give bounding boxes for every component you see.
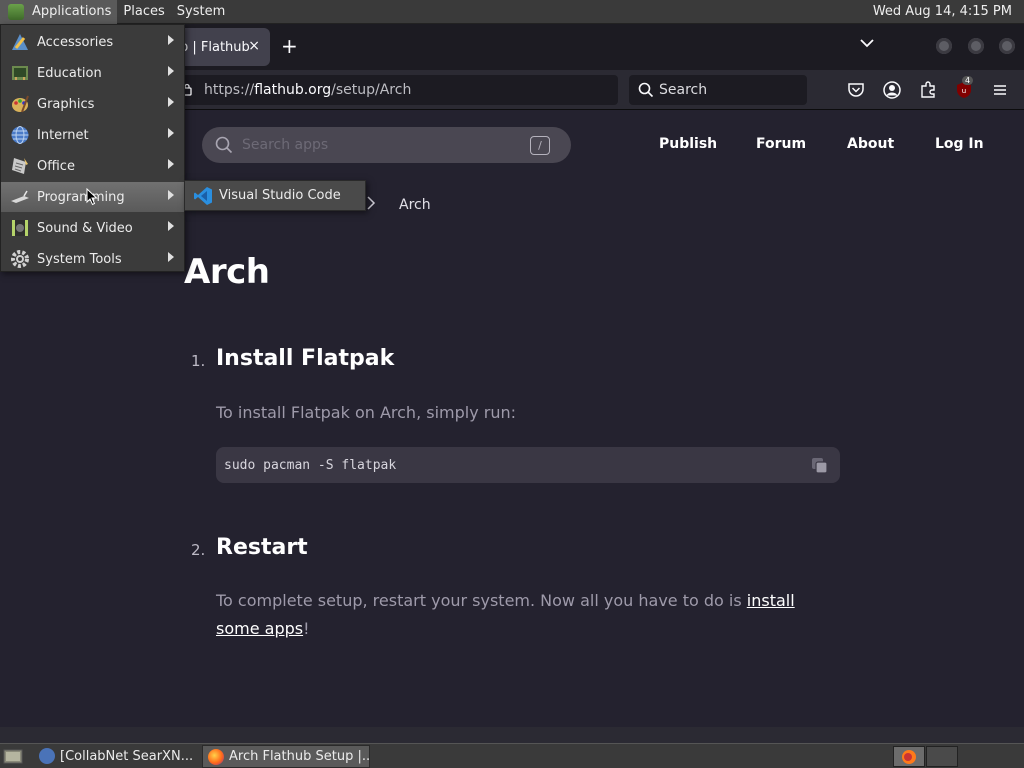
url-bar[interactable]: https://flathub.org/setup/Arch ☆ bbox=[150, 75, 758, 105]
new-tab-button[interactable]: + bbox=[281, 36, 298, 56]
submenu-arrow-icon bbox=[168, 35, 174, 45]
url-scheme: https:// bbox=[204, 82, 255, 98]
graphics-icon bbox=[12, 95, 29, 113]
pocket-icon[interactable] bbox=[846, 80, 866, 100]
step-number: 1. bbox=[191, 352, 206, 370]
firefox-icon bbox=[208, 749, 224, 765]
nav-publish[interactable]: Publish bbox=[659, 136, 717, 152]
sound-video-icon bbox=[12, 220, 28, 236]
system-tools-gear-icon bbox=[11, 250, 29, 268]
step-text: To install Flatpak on Arch, simply run: bbox=[216, 403, 517, 422]
bottom-taskbar: [CollabNet SearXN... Arch Flathub Setup … bbox=[0, 743, 1024, 768]
code-command: sudo pacman -S flatpak bbox=[224, 457, 397, 473]
browser-search-bar[interactable]: Search bbox=[629, 75, 807, 105]
menu-item-education[interactable]: Education bbox=[1, 58, 184, 88]
account-icon[interactable] bbox=[882, 80, 902, 100]
page-title: Arch bbox=[184, 252, 270, 292]
step-heading: Install Flatpak bbox=[216, 346, 395, 371]
step-text: To complete setup, restart your system. … bbox=[216, 587, 836, 643]
taskbar-window-title: [CollabNet SearXN... bbox=[60, 749, 194, 764]
browser-icon bbox=[39, 748, 55, 764]
mouse-cursor-icon bbox=[86, 188, 98, 206]
menu-item-internet[interactable]: Internet bbox=[1, 120, 184, 150]
menu-item-label: Education bbox=[37, 65, 102, 81]
breadcrumb-chevron-icon bbox=[366, 196, 376, 214]
url-path: /setup/Arch bbox=[331, 82, 412, 98]
menu-item-graphics[interactable]: Graphics bbox=[1, 89, 184, 119]
programming-icon bbox=[11, 190, 29, 203]
education-icon bbox=[12, 66, 28, 80]
breadcrumb-current: Arch bbox=[399, 197, 431, 213]
search-icon bbox=[215, 136, 233, 154]
close-window-button[interactable] bbox=[999, 38, 1015, 54]
show-desktop-icon[interactable] bbox=[3, 747, 23, 765]
menu-item-label: Programming bbox=[37, 189, 125, 205]
extensions-icon[interactable] bbox=[918, 80, 938, 100]
applications-menu[interactable]: Applications bbox=[0, 0, 118, 24]
menu-item-office[interactable]: Office bbox=[1, 151, 184, 181]
tab-close-icon[interactable]: × bbox=[248, 38, 260, 54]
nav-about[interactable]: About bbox=[847, 136, 894, 152]
site-search-input[interactable]: Search apps bbox=[202, 127, 571, 163]
clock[interactable]: Wed Aug 14, 4:15 PM bbox=[873, 0, 1012, 24]
menu-item-system-tools[interactable]: System Tools bbox=[1, 244, 184, 274]
system-menu[interactable]: System bbox=[171, 0, 231, 24]
code-block[interactable]: sudo pacman -S flatpak bbox=[216, 447, 840, 483]
tab-title: p | Flathub bbox=[180, 39, 250, 55]
step-text-start: To complete setup, restart your system. … bbox=[216, 591, 747, 610]
vscode-icon bbox=[194, 187, 212, 205]
menu-item-sound-video[interactable]: Sound & Video bbox=[1, 213, 184, 243]
menu-item-label: Office bbox=[37, 158, 75, 174]
maximize-window-button[interactable] bbox=[968, 38, 984, 54]
submenu-item-label: Visual Studio Code bbox=[219, 188, 341, 203]
office-icon bbox=[12, 158, 28, 174]
top-panel: Applications Places System Wed Aug 14, 4… bbox=[0, 0, 1024, 24]
search-icon bbox=[638, 82, 654, 98]
copy-icon[interactable] bbox=[810, 456, 830, 476]
step-number: 2. bbox=[191, 541, 206, 559]
submenu-arrow-icon bbox=[168, 190, 174, 200]
search-shortcut-key: / bbox=[530, 136, 550, 155]
submenu-arrow-icon bbox=[168, 66, 174, 76]
submenu-arrow-icon bbox=[168, 159, 174, 169]
nav-login[interactable]: Log In bbox=[935, 136, 984, 152]
taskbar-window-searxng[interactable]: [CollabNet SearXN... bbox=[34, 745, 198, 768]
menu-item-label: Internet bbox=[37, 127, 89, 143]
minimize-window-button[interactable] bbox=[936, 38, 952, 54]
step-text-end: ! bbox=[303, 619, 310, 638]
hamburger-menu-icon[interactable] bbox=[990, 80, 1010, 100]
menu-item-label: Graphics bbox=[37, 96, 95, 112]
menu-item-accessories[interactable]: Accessories bbox=[1, 27, 184, 57]
taskbar-window-flathub[interactable]: Arch Flathub Setup |... bbox=[202, 745, 370, 768]
menu-item-label: Sound & Video bbox=[37, 220, 133, 236]
site-search-placeholder: Search apps bbox=[242, 137, 329, 153]
page-bottom-strip bbox=[0, 727, 1024, 743]
ublock-badge: 4 bbox=[962, 76, 974, 85]
step-heading: Restart bbox=[216, 535, 308, 560]
workspace-1[interactable] bbox=[893, 746, 925, 767]
menu-item-visual-studio-code[interactable]: Visual Studio Code bbox=[184, 180, 366, 211]
menu-item-label: System Tools bbox=[37, 251, 122, 267]
taskbar-window-title: Arch Flathub Setup |... bbox=[229, 749, 370, 764]
submenu-arrow-icon bbox=[168, 221, 174, 231]
internet-globe-icon bbox=[11, 126, 29, 144]
submenu-arrow-icon bbox=[168, 128, 174, 138]
gnome-foot-icon bbox=[8, 3, 24, 20]
url-host: flathub.org bbox=[254, 82, 332, 98]
tab-list-chevron-icon[interactable] bbox=[860, 36, 874, 52]
submenu-arrow-icon bbox=[168, 252, 174, 262]
applications-menu-label: Applications bbox=[32, 4, 112, 19]
workspace-2[interactable] bbox=[926, 746, 958, 767]
places-menu[interactable]: Places bbox=[117, 0, 170, 24]
nav-forum[interactable]: Forum bbox=[756, 136, 806, 152]
svg-text:u: u bbox=[962, 87, 966, 95]
submenu-arrow-icon bbox=[168, 97, 174, 107]
browser-search-placeholder: Search bbox=[659, 82, 708, 98]
accessories-icon bbox=[12, 34, 28, 50]
applications-dropdown: Accessories Education Graphics Internet … bbox=[0, 24, 185, 272]
menu-item-label: Accessories bbox=[37, 34, 114, 50]
